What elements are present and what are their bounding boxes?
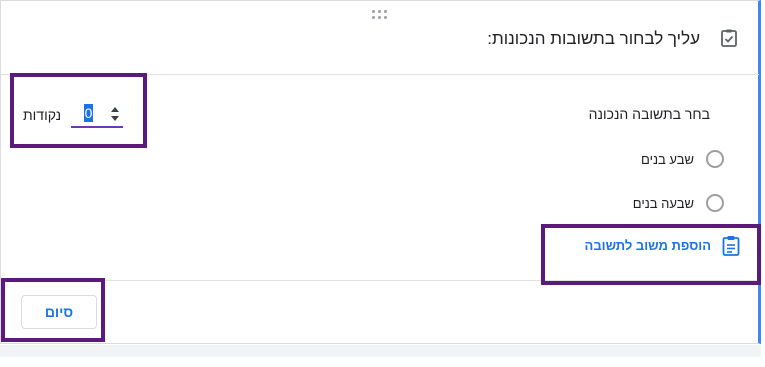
- radio-button[interactable]: [706, 150, 724, 168]
- card-shadow: [0, 345, 761, 357]
- highlight-box-feedback: [541, 224, 761, 285]
- answer-option[interactable]: שבע בנים: [604, 149, 724, 171]
- answer-option[interactable]: שבעה בנים: [604, 193, 724, 215]
- page-background: [0, 345, 765, 367]
- highlight-box-points: [10, 73, 147, 148]
- radio-button[interactable]: [706, 194, 724, 212]
- option-label: שבעה בנים: [632, 196, 694, 211]
- highlight-box-done: [1, 278, 105, 342]
- answer-section-label: בחר בתשובה הנכונה: [588, 106, 710, 122]
- question-title: עליך לבחור בתשובות הנכונות:: [487, 29, 700, 48]
- drag-handle-icon[interactable]: [371, 9, 389, 21]
- clipboard-check-icon: [719, 28, 739, 48]
- option-label: שבע בנים: [641, 152, 694, 167]
- question-card: עליך לבחור בתשובות הנכונות: נקודות 0 בחר…: [0, 0, 761, 344]
